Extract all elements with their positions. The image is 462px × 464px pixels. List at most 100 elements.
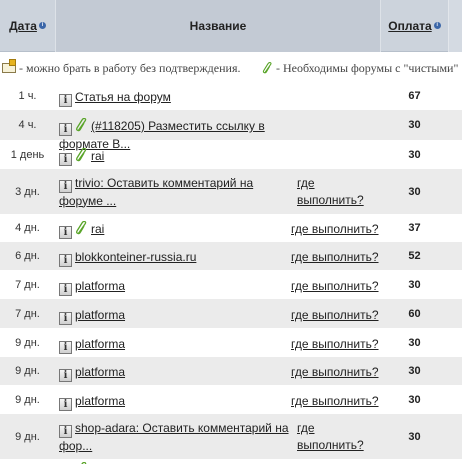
table-row: 6 дн. i blokkonteiner-russia.ru где выполни… bbox=[0, 242, 462, 270]
table-row: 7 дн. i platforma где выполнить? 30 bbox=[0, 270, 462, 299]
row-date: 7 дн. bbox=[15, 278, 40, 291]
date-column-header[interactable]: Дата i bbox=[0, 0, 55, 52]
row-where-cell: где выполнить? bbox=[297, 420, 389, 454]
where-to-do-link[interactable]: где выполнить? bbox=[291, 279, 379, 293]
row-payment: 60 bbox=[408, 307, 421, 320]
where-to-do-link[interactable]: где выполнить? bbox=[297, 421, 364, 452]
row-payment: 30 bbox=[408, 185, 421, 198]
row-date: 3 дн. bbox=[15, 185, 40, 198]
task-title-line2: фор... bbox=[59, 438, 93, 453]
legend-clean-forums-text: - Необходимы форумы с "чистыми" bbox=[276, 61, 459, 75]
task-title-link[interactable]: rai bbox=[91, 149, 104, 163]
sort-by-date-link[interactable]: Дата bbox=[9, 19, 37, 33]
row-where-cell: где выполнить? bbox=[291, 249, 383, 266]
row-title-cell: i Статья на форум bbox=[59, 89, 291, 107]
task-title-link[interactable]: Статья на форум bbox=[75, 90, 171, 104]
table-row: 9 дн. i platforma где выполнить? 30 bbox=[0, 328, 462, 357]
no-confirm-icon bbox=[2, 59, 16, 73]
task-title-link[interactable]: platforma bbox=[75, 337, 125, 351]
row-where-cell: где выполнить? bbox=[291, 278, 383, 295]
row-date: 9 дн. bbox=[15, 393, 40, 406]
row-title-cell: i platforma bbox=[59, 307, 291, 325]
row-payment: 30 bbox=[408, 278, 421, 291]
row-where-cell: где выполнить? bbox=[291, 364, 383, 381]
task-title-link[interactable]: platforma bbox=[75, 308, 125, 322]
row-payment: 30 bbox=[408, 393, 421, 406]
info-square-icon[interactable]: i bbox=[59, 226, 72, 239]
legend: - можно брать в работу без подтверждения… bbox=[0, 52, 462, 82]
paperclip-icon bbox=[76, 221, 87, 235]
info-square-icon[interactable]: i bbox=[59, 397, 72, 411]
task-title-line1: trivio: Оставить комментарий на bbox=[75, 175, 254, 190]
where-line1: где bbox=[297, 420, 315, 435]
row-date: 4 дн. bbox=[15, 222, 40, 234]
title-column-header: Название bbox=[55, 0, 381, 52]
sort-by-payment-link[interactable]: Оплата bbox=[388, 19, 431, 33]
table-row: i bbox=[0, 459, 462, 464]
info-square-icon[interactable]: i bbox=[59, 179, 72, 193]
paperclip-icon bbox=[262, 62, 272, 74]
task-title-line1: shop-adara: Оставить комментарий на bbox=[75, 420, 289, 435]
info-square-icon[interactable]: i bbox=[59, 254, 72, 267]
row-where-cell: где выполнить? bbox=[291, 393, 383, 410]
paperclip-icon bbox=[76, 147, 87, 161]
row-title-cell: i platforma bbox=[59, 336, 291, 354]
where-to-do-link[interactable]: где выполнить? bbox=[297, 176, 364, 207]
row-date: 9 дн. bbox=[15, 430, 40, 443]
row-title-cell: i rai bbox=[59, 221, 291, 239]
task-title-link[interactable]: platforma bbox=[75, 394, 125, 408]
row-date: 6 дн. bbox=[15, 250, 40, 262]
row-where-cell: где выполнить? bbox=[291, 221, 383, 238]
table-row: 4 дн. i rai где выполнить? 37 bbox=[0, 214, 462, 242]
task-title-link[interactable]: rai bbox=[91, 222, 104, 236]
info-square-icon[interactable]: i bbox=[59, 311, 72, 325]
where-line1: где bbox=[297, 175, 315, 190]
info-square-icon[interactable]: i bbox=[59, 94, 72, 107]
row-payment: 67 bbox=[408, 90, 421, 102]
table-row: 1 ч. i Статья на форум 67 bbox=[0, 82, 462, 110]
where-to-do-link[interactable]: где выполнить? bbox=[291, 222, 379, 236]
title-column-label: Название bbox=[189, 19, 247, 33]
row-where-cell: где выполнить? bbox=[291, 307, 383, 324]
row-title-cell: i platforma bbox=[59, 364, 291, 382]
info-square-icon[interactable]: i bbox=[59, 369, 72, 382]
info-icon[interactable]: i bbox=[38, 21, 46, 29]
task-title-link[interactable]: platforma bbox=[75, 279, 125, 293]
where-to-do-link[interactable]: где выполнить? bbox=[291, 250, 379, 264]
row-date: 9 дн. bbox=[15, 336, 40, 349]
where-line2: выполнить? bbox=[297, 437, 364, 452]
row-payment: 30 bbox=[408, 365, 421, 377]
where-to-do-link[interactable]: где выполнить? bbox=[291, 337, 379, 351]
table-row: 1 день i rai 30 bbox=[0, 140, 462, 169]
where-line2: выполнить? bbox=[297, 192, 364, 207]
table-row: 9 дн. i platforma где выполнить? 30 bbox=[0, 357, 462, 385]
task-title-link[interactable]: platforma bbox=[75, 365, 125, 379]
row-where-cell: где выполнить? bbox=[297, 175, 389, 209]
where-to-do-link[interactable]: где выполнить? bbox=[291, 394, 379, 408]
task-title-link[interactable]: shop-adara: Оставить комментарий на фор..… bbox=[59, 421, 289, 453]
row-payment: 30 bbox=[408, 119, 421, 131]
row-date: 1 ч. bbox=[18, 90, 37, 102]
info-square-icon[interactable]: i bbox=[59, 340, 72, 354]
row-title-cell: i trivio: Оставить комментарий на форуме .… bbox=[59, 175, 291, 210]
table-header: Дата i Название Оплата i bbox=[0, 0, 462, 52]
task-title-link[interactable]: trivio: Оставить комментарий на форуме ..… bbox=[59, 176, 253, 208]
legend-no-confirm: - можно брать в работу без подтверждения… bbox=[2, 59, 241, 76]
task-title-link[interactable]: blokkonteiner-russia.ru bbox=[75, 250, 196, 264]
legend-no-confirm-text: - можно брать в работу без подтверждения… bbox=[19, 61, 241, 75]
where-to-do-link[interactable]: где выполнить? bbox=[291, 308, 379, 322]
row-payment: 30 bbox=[408, 430, 421, 443]
info-icon[interactable]: i bbox=[433, 21, 441, 29]
payment-column-header[interactable]: Оплата i bbox=[381, 0, 448, 52]
task-title-line2: форуме ... bbox=[59, 193, 117, 208]
info-square-icon[interactable]: i bbox=[59, 123, 72, 136]
table-row: 7 дн. i platforma где выполнить? 60 bbox=[0, 299, 462, 328]
info-square-icon[interactable]: i bbox=[59, 152, 72, 166]
row-title-cell: i blokkonteiner-russia.ru bbox=[59, 249, 291, 267]
info-square-icon[interactable]: i bbox=[59, 424, 72, 438]
table-row: 9 дн. i shop-adara: Оставить комментарий н… bbox=[0, 414, 462, 459]
where-to-do-link[interactable]: где выполнить? bbox=[291, 365, 379, 379]
row-date: 4 ч. bbox=[18, 119, 37, 131]
header-extra-cell bbox=[448, 0, 462, 52]
info-square-icon[interactable]: i bbox=[59, 282, 72, 296]
